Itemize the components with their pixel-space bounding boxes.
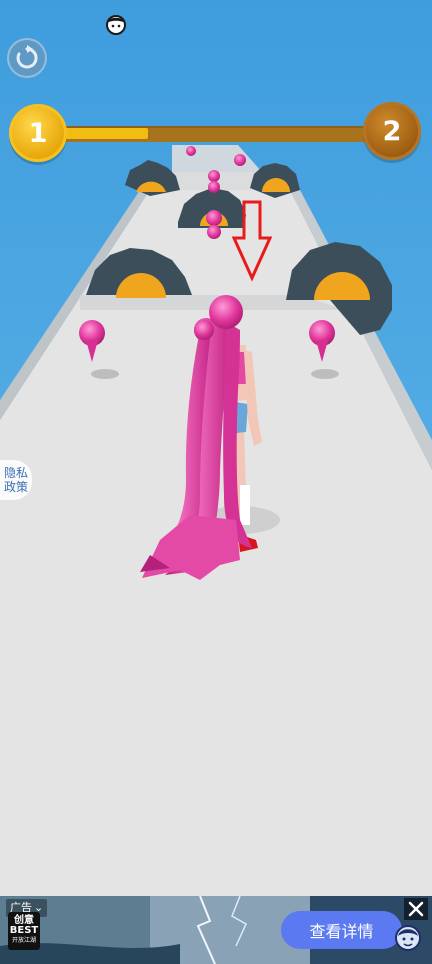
next-level-badge: 2 <box>363 102 421 160</box>
ad-cta-label: 查看详情 <box>309 922 374 941</box>
ad-logo-line3: 开放江湖 <box>11 937 36 944</box>
close-icon <box>408 901 424 917</box>
restart-icon <box>16 45 38 69</box>
next-level-number: 2 <box>382 115 402 147</box>
game-screen[interactable]: 1 2 隐私 政策 广告 ⌄ 创意 BEST 开放江湖 查看详情 <box>0 0 432 964</box>
ad-close-button[interactable] <box>404 898 428 920</box>
privacy-label-line1: 隐私 <box>3 466 28 480</box>
current-level-badge: 1 <box>9 104 67 162</box>
hair-ball <box>234 154 246 166</box>
character-head-icon[interactable] <box>104 12 128 36</box>
privacy-policy-button[interactable]: 隐私 政策 <box>0 460 32 500</box>
ad-logo-line2: BEST <box>9 925 39 936</box>
privacy-label-line2: 政策 <box>3 480 28 494</box>
hair-ball <box>186 146 196 156</box>
ad-view-details-button[interactable]: 查看详情 <box>281 911 402 949</box>
cartoon-avatar-icon[interactable] <box>394 924 422 952</box>
level-progress-bar <box>44 126 390 142</box>
current-level-number: 1 <box>28 117 48 149</box>
restart-button[interactable] <box>7 38 47 78</box>
ad-app-logo[interactable]: 创意 BEST 开放江湖 <box>8 912 40 950</box>
